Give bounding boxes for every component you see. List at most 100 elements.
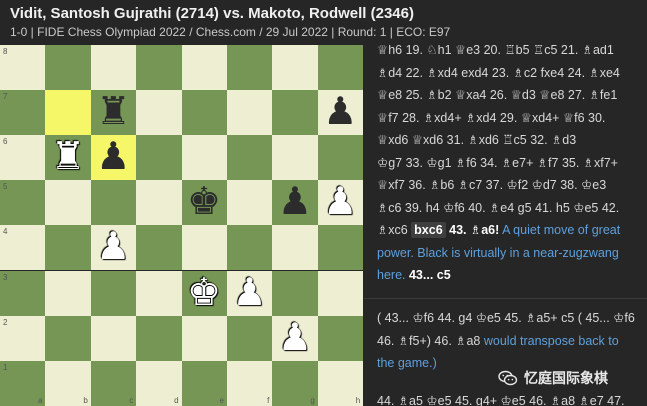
- square-g5[interactable]: ♟: [272, 180, 318, 226]
- white-rook-piece[interactable]: ♜: [47, 136, 88, 177]
- square-h4[interactable]: [317, 225, 364, 271]
- square-c2[interactable]: [90, 315, 137, 361]
- variation-line: ( 43... ♔f6 44. g4 ♔e5 45. ♗a5+ c5 ( 45.…: [377, 307, 635, 375]
- move[interactable]: 43. ♗a6!: [449, 223, 499, 237]
- square-c7[interactable]: ♜: [90, 90, 137, 136]
- square-b8[interactable]: [45, 45, 91, 91]
- square-d5[interactable]: [136, 180, 182, 226]
- square-e6[interactable]: [181, 135, 227, 181]
- file-label: a: [37, 395, 43, 405]
- white-king-piece[interactable]: ♚: [184, 271, 225, 313]
- square-a3[interactable]: 3: [0, 270, 46, 316]
- square-a5[interactable]: 5: [0, 180, 46, 226]
- square-d3[interactable]: [136, 270, 182, 316]
- square-g2[interactable]: ♟: [272, 315, 318, 361]
- move-list-panel: ♕h6 19. ♘h1 ♕e3 20. ♖b5 ♖c5 21. ♗ad1 ♗d4…: [364, 45, 647, 406]
- square-b1[interactable]: b: [45, 360, 91, 406]
- black-rook-piece[interactable]: ♜: [93, 91, 134, 132]
- square-e1[interactable]: e: [181, 360, 227, 406]
- square-e5[interactable]: ♚: [181, 180, 227, 226]
- square-e4[interactable]: [181, 225, 227, 271]
- square-e3[interactable]: ♚: [181, 270, 227, 316]
- square-d2[interactable]: [136, 315, 182, 361]
- chess-board[interactable]: 8 7 ♜ ♟ 6 ♜ ♟ 5 ♚ ♟ ♟ 4 ♟ 3 ♚ ♟ 2 ♟ 1 a b c d e f g h: [0, 45, 364, 406]
- square-g3[interactable]: [272, 270, 318, 316]
- rank-label: 3: [3, 272, 8, 282]
- square-g8[interactable]: [272, 45, 318, 91]
- move-line[interactable]: 44. ♗a5 ♔e5 45. g4+ ♔e5 46. ♗a8 ♗e7 47.: [377, 390, 635, 406]
- square-d6[interactable]: [136, 135, 182, 181]
- square-b6[interactable]: ♜: [45, 135, 91, 181]
- square-a2[interactable]: 2: [0, 315, 46, 361]
- square-c3[interactable]: [90, 270, 137, 316]
- square-h8[interactable]: [317, 45, 364, 91]
- square-a4[interactable]: 4: [0, 225, 46, 271]
- square-h1[interactable]: h: [317, 360, 364, 406]
- square-f5[interactable]: [227, 180, 273, 226]
- square-h7[interactable]: ♟: [317, 90, 364, 136]
- square-f7[interactable]: [227, 90, 273, 136]
- square-f1[interactable]: f: [227, 360, 273, 406]
- square-d7[interactable]: [136, 90, 182, 136]
- square-c4[interactable]: ♟: [90, 225, 137, 271]
- current-move[interactable]: bxc6: [411, 222, 446, 238]
- black-pawn-piece[interactable]: ♟: [274, 181, 315, 222]
- square-a8[interactable]: 8: [0, 45, 46, 91]
- white-pawn-piece[interactable]: ♟: [93, 226, 134, 267]
- square-h5[interactable]: ♟: [317, 180, 364, 226]
- square-a1[interactable]: 1a: [0, 360, 46, 406]
- file-label: d: [174, 395, 179, 405]
- square-h6[interactable]: [317, 135, 364, 181]
- square-h2[interactable]: [317, 315, 364, 361]
- square-f2[interactable]: [227, 315, 273, 361]
- move-line[interactable]: ♕e8 25. ♗b2 ♕xa4 26. ♕d3 ♕e8 27. ♗fe1: [377, 84, 635, 107]
- square-a7[interactable]: 7: [0, 90, 46, 136]
- square-b4[interactable]: [45, 225, 91, 271]
- square-d1[interactable]: d: [136, 360, 182, 406]
- white-pawn-piece[interactable]: ♟: [229, 271, 270, 313]
- square-g6[interactable]: [272, 135, 318, 181]
- move-line[interactable]: ♗c6 39. h4 ♔f6 40. ♗e4 g5 41. h5 ♔e5 42.: [377, 197, 635, 220]
- square-e2[interactable]: [181, 315, 227, 361]
- rank-label: 6: [3, 137, 8, 147]
- square-g4[interactable]: [272, 225, 318, 271]
- square-c8[interactable]: [90, 45, 137, 91]
- rank-label: 7: [3, 92, 8, 102]
- square-d4[interactable]: [136, 225, 182, 271]
- square-d8[interactable]: [136, 45, 182, 91]
- square-c6[interactable]: ♟: [90, 135, 137, 181]
- square-f4[interactable]: [227, 225, 273, 271]
- square-f3[interactable]: ♟: [227, 270, 273, 316]
- square-c5[interactable]: [90, 180, 137, 226]
- watermark-text: 忆庭国际象棋: [524, 370, 608, 386]
- move[interactable]: 43... c5: [409, 268, 451, 282]
- rank-label: 2: [3, 317, 8, 327]
- file-label: f: [267, 395, 270, 405]
- square-e8[interactable]: [181, 45, 227, 91]
- square-f6[interactable]: [227, 135, 273, 181]
- move-line[interactable]: ♕h6 19. ♘h1 ♕e3 20. ♖b5 ♖c5 21. ♗ad1: [377, 45, 635, 62]
- square-f8[interactable]: [227, 45, 273, 91]
- square-b5[interactable]: [45, 180, 91, 226]
- square-g7[interactable]: [272, 90, 318, 136]
- square-g1[interactable]: g: [272, 360, 318, 406]
- game-header: Vidit, Santosh Gujrathi (2714) vs. Makot…: [0, 0, 647, 44]
- square-b2[interactable]: [45, 315, 91, 361]
- black-pawn-piece[interactable]: ♟: [93, 136, 134, 177]
- square-h3[interactable]: [317, 270, 364, 316]
- square-c1[interactable]: c: [90, 360, 137, 406]
- black-king-piece[interactable]: ♚: [184, 181, 225, 222]
- move-line[interactable]: ♗d4 22. ♗xd4 exd4 23. ♗c2 fxe4 24. ♗xe4: [377, 62, 635, 85]
- move-line[interactable]: ♕xd6 ♕xd6 31. ♗xd6 ♖c5 32. ♗d3: [377, 129, 635, 152]
- white-pawn-piece[interactable]: ♟: [274, 316, 315, 358]
- black-pawn-piece[interactable]: ♟: [320, 91, 361, 132]
- move[interactable]: ♗xc6: [377, 223, 408, 237]
- white-pawn-piece[interactable]: ♟: [320, 181, 361, 222]
- square-b3[interactable]: [45, 270, 91, 316]
- square-e7[interactable]: [181, 90, 227, 136]
- square-a6[interactable]: 6: [0, 135, 46, 181]
- move-line[interactable]: ♕f7 28. ♗xd4+ ♗xd4 29. ♕xd4+ ♕f6 30.: [377, 107, 635, 130]
- square-b7[interactable]: [45, 90, 91, 136]
- move-line[interactable]: ♕xf7 36. ♗b6 ♗c7 37. ♔f2 ♔d7 38. ♔e3: [377, 174, 635, 197]
- move-line[interactable]: ♔g7 33. ♔g1 ♗f6 34. ♗e7+ ♗f7 35. ♗xf7+: [377, 152, 635, 175]
